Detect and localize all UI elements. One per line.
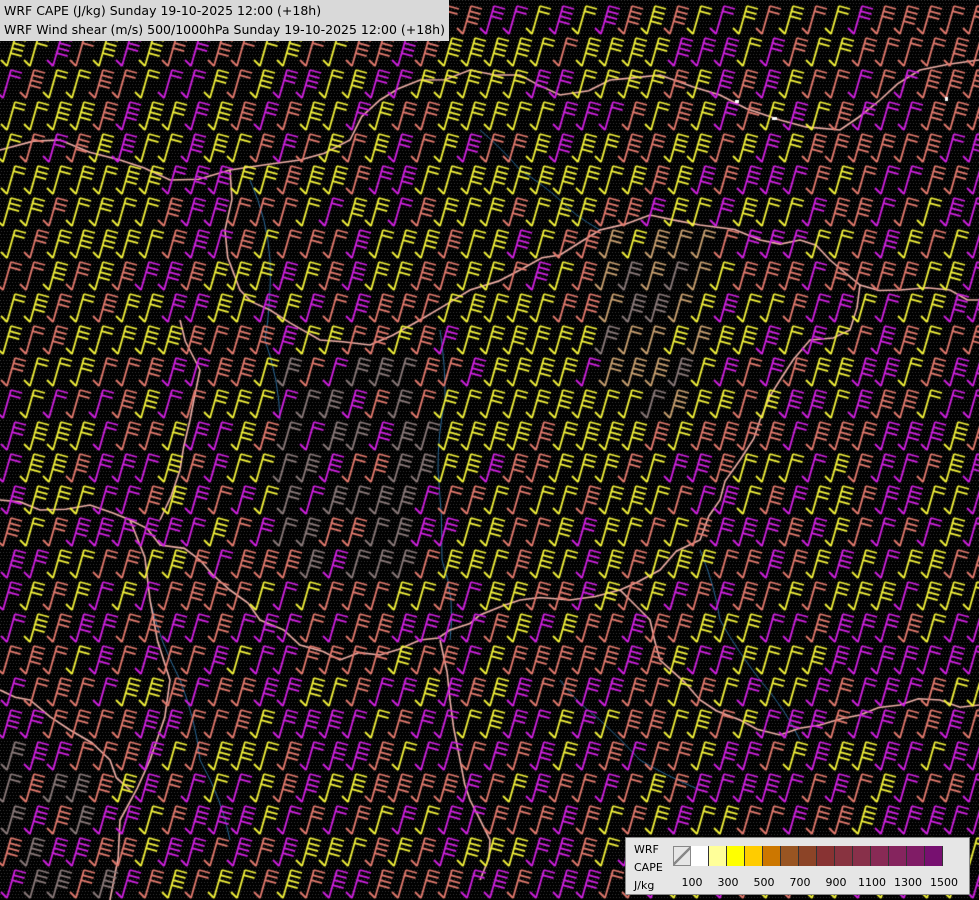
- legend-color-scale: [673, 846, 943, 866]
- legend-swatch: [763, 846, 781, 866]
- legend-swatch: [925, 846, 943, 866]
- legend-swatch-empty: [673, 846, 691, 866]
- legend-swatch: [889, 846, 907, 866]
- legend-swatch: [817, 846, 835, 866]
- legend-tick-label: 1100: [858, 876, 886, 889]
- legend-swatch: [781, 846, 799, 866]
- legend-swatch: [709, 846, 727, 866]
- legend-swatch: [871, 846, 889, 866]
- legend-swatch: [727, 846, 745, 866]
- legend-tick-label: 1500: [930, 876, 958, 889]
- legend-tick-label: 100: [681, 876, 703, 889]
- legend-swatch: [745, 846, 763, 866]
- legend-tick-label: 1300: [894, 876, 922, 889]
- legend-variable-label: CAPE: [634, 861, 663, 874]
- legend-swatch: [853, 846, 871, 866]
- legend-tick-label: 500: [753, 876, 775, 889]
- legend-swatch: [835, 846, 853, 866]
- legend-unit-label: J/kg: [634, 879, 655, 892]
- legend-tick-label: 900: [825, 876, 847, 889]
- wind-shear-map: [0, 0, 979, 900]
- cape-title: WRF CAPE (J/kg) Sunday 19-10-2025 12:00 …: [4, 3, 322, 18]
- wind-shear-title: WRF Wind shear (m/s) 500/1000hPa Sunday …: [4, 22, 445, 37]
- legend-tick-label: 300: [717, 876, 739, 889]
- map-title-box: WRF CAPE (J/kg) Sunday 19-10-2025 12:00 …: [0, 0, 449, 41]
- legend-swatch: [799, 846, 817, 866]
- legend-tick-label: 700: [789, 876, 811, 889]
- legend-swatch: [907, 846, 925, 866]
- cape-legend: WRF CAPE J/kg 100 300 500 700 900 1100 1300 150…: [625, 837, 970, 895]
- legend-model-label: WRF: [634, 843, 659, 856]
- legend-swatch: [691, 846, 709, 866]
